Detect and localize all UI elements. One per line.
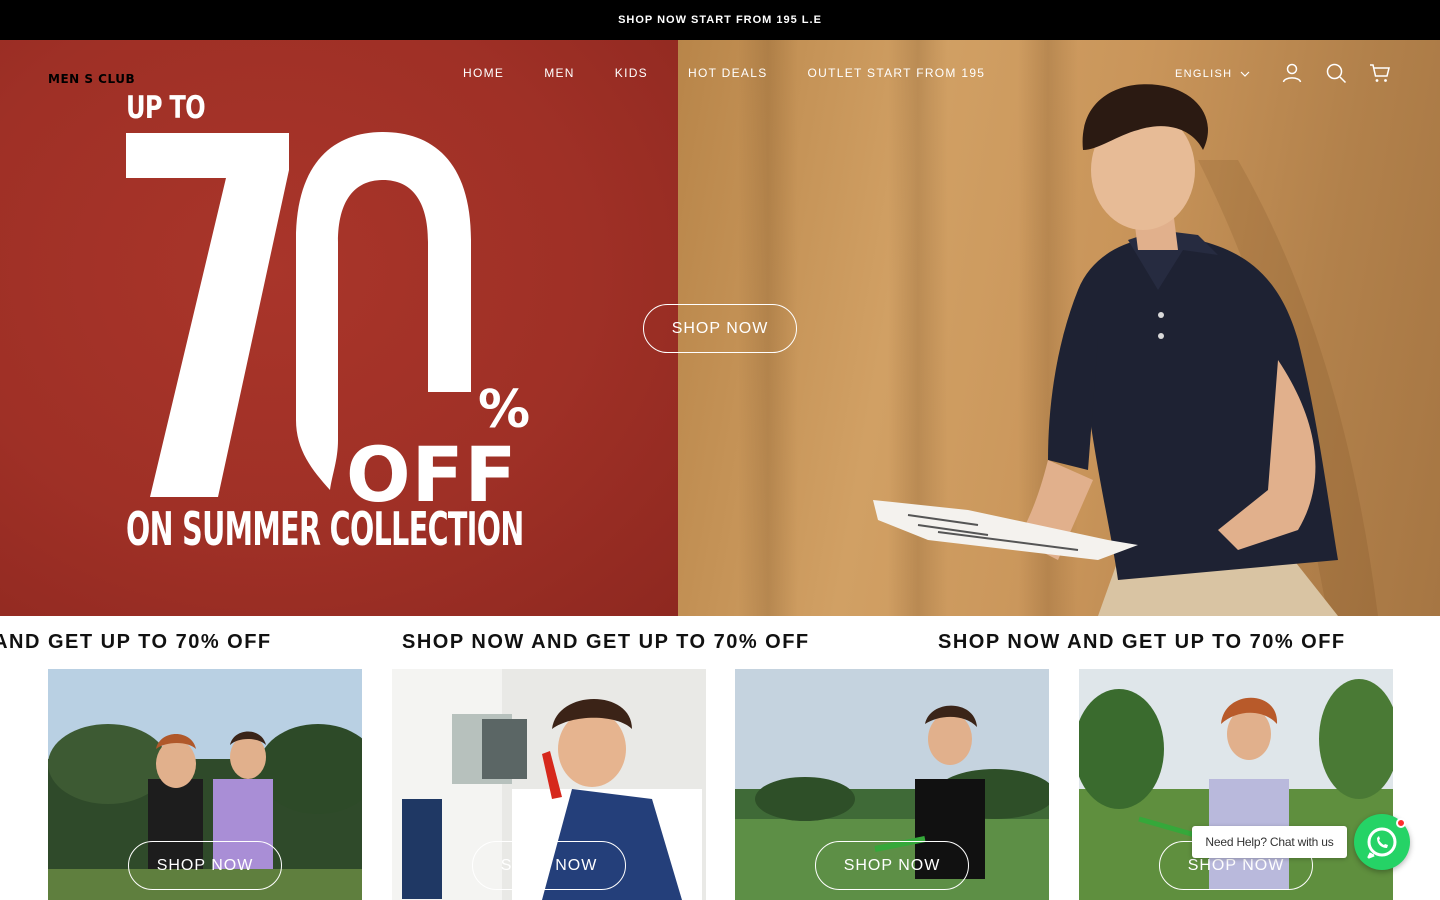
nav-item-outlet[interactable]: OUTLET START FROM 195 [808,66,986,80]
promo-marquee: SHOP NOW AND GET UP TO 70% OFF SHOP NOW … [0,616,1440,668]
search-icon[interactable] [1325,62,1347,84]
notification-dot [1396,818,1406,828]
language-label: ENGLISH [1175,68,1233,80]
user-icon[interactable] [1281,62,1303,84]
announcement-text: SHOP NOW START FROM 195 L.E [618,14,822,26]
nav-item-hot-deals[interactable]: HOT DEALS [688,66,768,80]
announcement-bar[interactable]: SHOP NOW START FROM 195 L.E [0,0,1440,40]
promo-collection: ON SUMMER COLLECTION [126,502,524,556]
hero-banner: MEN S CLUB HOME MEN KIDS HOT DEALS OUTLE… [0,40,1440,616]
language-selector[interactable]: ENGLISH [1175,68,1250,80]
collection-cards: SHOP NOW SHOP NOW SHOP NOW SHOP NOW [0,669,1440,900]
card-shop-now-button[interactable]: SHOP NOW [815,841,969,890]
collection-card[interactable]: SHOP NOW [1079,669,1393,900]
nav-item-home[interactable]: HOME [463,66,504,80]
marquee-text: SHOP NOW AND GET UP TO 70% OFF [402,631,810,653]
chevron-down-icon [1240,71,1250,77]
cart-icon[interactable] [1369,62,1391,84]
card-shop-now-button[interactable]: SHOP NOW [128,841,282,890]
promo-graphic: UP TO % OFF ON SUMMER COLLECTION [126,90,536,570]
hero-shop-now-button[interactable]: SHOP NOW [643,304,797,353]
collection-card[interactable]: SHOP NOW [392,669,706,900]
chat-help-bubble[interactable]: Need Help? Chat with us [1192,826,1347,858]
marquee-text: SHOP NOW AND GET UP TO 70% OFF [0,631,272,653]
marquee-text: SHOP NOW AND GET UP TO 70% OFF [938,631,1346,653]
collection-card[interactable]: SHOP NOW [48,669,362,900]
card-shop-now-button[interactable]: SHOP NOW [472,841,626,890]
promo-up-to: UP TO [126,90,206,126]
main-nav: HOME MEN KIDS HOT DEALS OUTLET START FRO… [463,66,985,80]
site-logo[interactable]: MEN S CLUB [48,72,135,86]
nav-item-kids[interactable]: KIDS [615,66,648,80]
nav-item-men[interactable]: MEN [544,66,575,80]
collection-card[interactable]: SHOP NOW [735,669,1049,900]
